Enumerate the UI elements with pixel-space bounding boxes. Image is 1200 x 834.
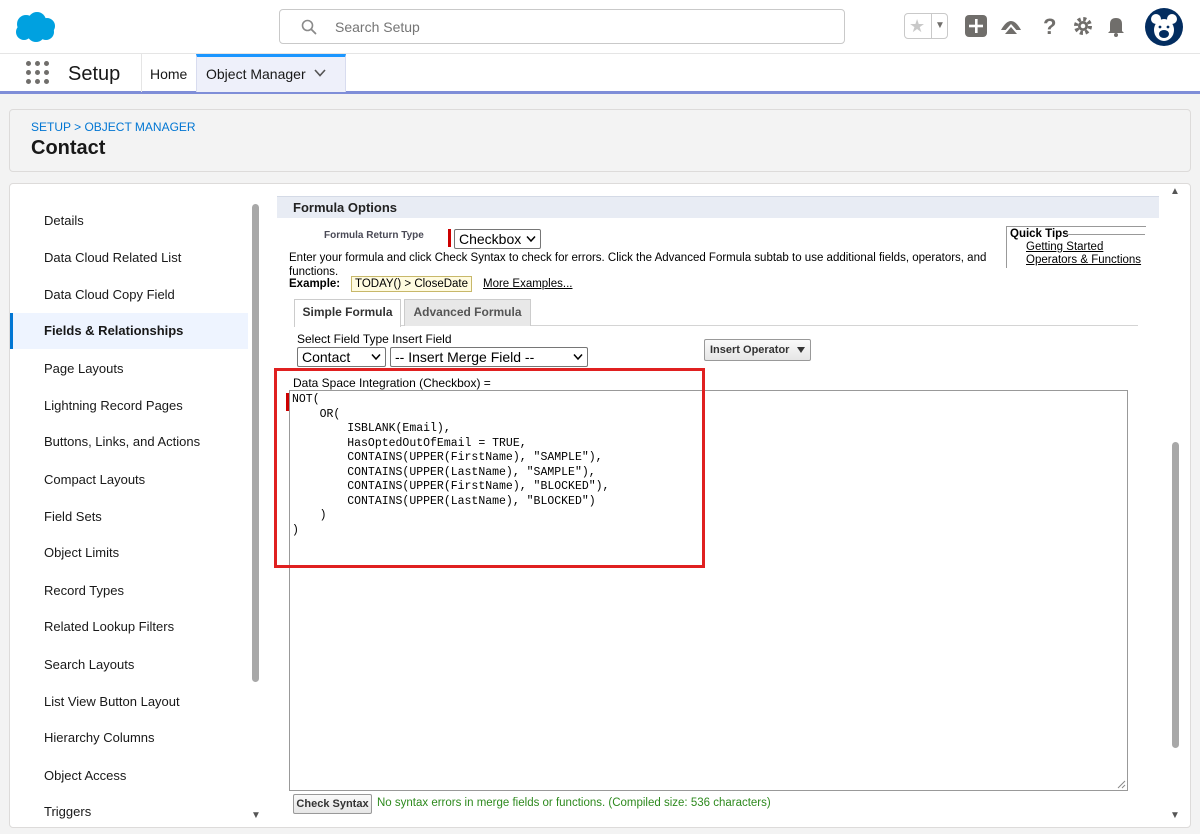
section-header: Formula Options [277,196,1159,218]
scroll-down-icon[interactable]: ▼ [1170,810,1180,821]
chevron-down-icon[interactable] [313,66,327,80]
sidebar-item-triggers[interactable]: Triggers [10,794,248,827]
formula-editor-frame: Formula Options Formula Return Type Chec… [274,184,1162,827]
search-input[interactable] [335,17,815,37]
bell-icon[interactable] [1104,14,1128,38]
field-type-label: Select Field Type Insert Field [297,332,452,346]
caret-down-icon[interactable]: ▼ [935,15,945,37]
sidebar-item-lightning-record-pages[interactable]: Lightning Record Pages [10,388,248,424]
insert-operator-label: Insert Operator [710,344,790,356]
search-icon [301,19,317,35]
salesforce-logo[interactable] [12,10,58,44]
sidebar-item-fields-relationships[interactable]: Fields & Relationships [10,313,248,349]
search-box[interactable] [279,9,845,44]
link-getting-started[interactable]: Getting Started [1026,241,1103,253]
caret-down-icon [797,347,805,353]
avatar[interactable] [1145,8,1183,46]
field-type-value: Contact [302,349,351,365]
star-icon: ★ [909,16,926,36]
quick-tips: Quick Tips Getting Started Operators & F… [1006,226,1146,268]
object-manager-panel: Details Data Cloud Related List Data Clo… [9,183,1191,828]
global-header: ★ ▼ ? [0,0,1200,54]
sidebar-item-data-cloud-copy-field[interactable]: Data Cloud Copy Field [10,277,248,313]
sidebar-item-record-types[interactable]: Record Types [10,573,248,609]
favorites-divider [931,14,932,38]
scroll-down-icon[interactable]: ▼ [251,810,261,821]
sidebar-item-related-lookup-filters[interactable]: Related Lookup Filters [10,609,248,645]
syntax-status-message: No syntax errors in merge fields or func… [377,797,771,809]
sidebar-item-compact-layouts[interactable]: Compact Layouts [10,462,248,498]
nav-object-manager-tab[interactable]: Object Manager [196,54,346,92]
sidebar-item-object-limits[interactable]: Object Limits [10,535,248,571]
section-title: Formula Options [293,200,397,215]
chevron-down-icon [371,354,381,361]
field-type-select[interactable]: Contact [297,347,386,367]
sidebar-item-page-layouts[interactable]: Page Layouts [10,351,248,387]
sidebar-item-data-cloud-related-list[interactable]: Data Cloud Related List [10,240,248,276]
object-sidebar: Details Data Cloud Related List Data Clo… [10,184,248,827]
return-type-label: Formula Return Type [324,230,424,241]
sidebar-item-hierarchy-columns[interactable]: Hierarchy Columns [10,720,248,756]
svg-text:?: ? [1043,14,1056,38]
gear-icon[interactable] [1071,14,1095,38]
sidebar-item-list-view-button-layout[interactable]: List View Button Layout [10,684,248,720]
return-type-value: Checkbox [459,231,522,247]
favorites-button[interactable]: ★ ▼ [904,13,948,39]
sidebar-item-buttons-links-actions[interactable]: Buttons, Links, and Actions [10,424,248,460]
nav-home-tab[interactable]: Home [150,66,187,82]
chevron-down-icon [573,354,583,361]
example-value: TODAY() > CloseDate [351,276,473,292]
chevron-down-icon [526,236,536,243]
resize-handle-icon[interactable] [1117,780,1126,789]
app-launcher-icon[interactable] [26,61,50,85]
link-operators-functions[interactable]: Operators & Functions [1026,254,1141,266]
formula-instructions: Enter your formula and click Check Synta… [289,252,987,278]
example-label: Example: [289,278,341,290]
insert-operator-button[interactable]: Insert Operator [704,339,811,361]
help-icon[interactable]: ? [1038,14,1062,38]
trailhead-icon[interactable] [999,14,1023,38]
required-indicator [448,229,451,247]
nav-divider [141,54,142,92]
add-icon[interactable] [964,14,988,38]
sidebar-item-details[interactable]: Details [10,203,248,239]
app-name: Setup [68,63,121,85]
sidebar-item-search-layouts[interactable]: Search Layouts [10,647,248,683]
return-type-select[interactable]: Checkbox [454,229,541,249]
quick-tips-rule [1065,234,1145,235]
highlight-annotation-box [274,368,705,568]
sidebar-item-object-access[interactable]: Object Access [10,758,248,794]
merge-field-value: -- Insert Merge Field -- [395,349,535,365]
tab-advanced-formula[interactable]: Advanced Formula [404,299,531,326]
scroll-up-icon[interactable]: ▲ [1170,186,1180,197]
page-title: Contact [31,137,106,159]
sidebar-scrollbar[interactable]: ▼ [250,184,264,827]
app-navigation: Setup Home Object Manager [0,54,1200,94]
sidebar-scrollbar-thumb[interactable] [252,204,259,682]
content-scrollbar-thumb[interactable] [1172,442,1179,748]
tab-simple-formula[interactable]: Simple Formula [294,299,401,327]
check-syntax-button[interactable]: Check Syntax [293,794,372,814]
page-header: SETUP > OBJECT MANAGER Contact [9,109,1191,172]
nav-tab-label: Object Manager [206,66,306,82]
formula-tabs: Simple Formula Advanced Formula [294,298,1138,327]
sidebar-item-field-sets[interactable]: Field Sets [10,499,248,535]
bear-icon [1151,14,1177,41]
merge-field-select[interactable]: -- Insert Merge Field -- [390,347,588,367]
quick-tips-title: Quick Tips [1010,228,1069,240]
more-examples-link[interactable]: More Examples... [483,278,572,290]
breadcrumb[interactable]: SETUP > OBJECT MANAGER [31,120,196,134]
content-scrollbar[interactable]: ▲ ▼ [1161,184,1190,827]
